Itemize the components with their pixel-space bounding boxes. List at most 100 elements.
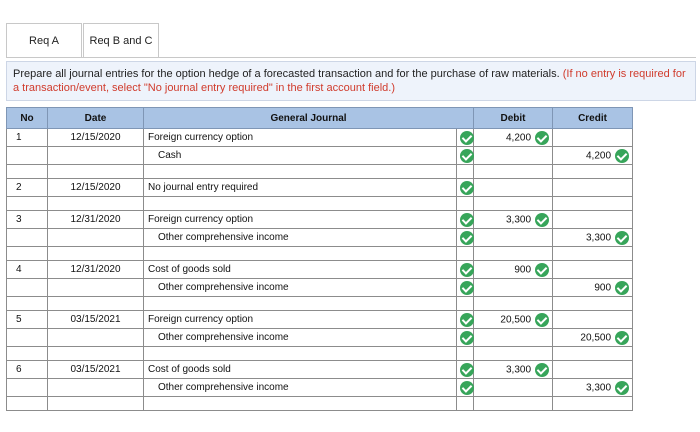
debit-amount-field[interactable]: 900 xyxy=(473,260,554,279)
credit-amount-field[interactable] xyxy=(552,310,634,329)
account-field-empty[interactable] xyxy=(143,196,457,211)
credit-amount-field[interactable]: 3,300 xyxy=(552,378,634,397)
debit-amount: 20,500 xyxy=(500,314,532,325)
check-circle-icon xyxy=(460,380,474,395)
blank-cell xyxy=(6,396,48,411)
entry-date: 12/15/2020 xyxy=(47,128,144,147)
entry-number-empty xyxy=(6,278,48,297)
blank-cell[interactable] xyxy=(552,196,634,211)
debit-account-field[interactable]: No journal entry required xyxy=(143,178,457,197)
debit-amount-field[interactable]: 4,200 xyxy=(473,128,554,147)
debit-amount-field[interactable] xyxy=(473,178,554,197)
tab-req-b-and-c[interactable]: Req B and C xyxy=(83,23,159,58)
table-row-blank xyxy=(6,396,634,411)
table-row: 6 03/15/2021 Cost of goods sold 3,300 xyxy=(6,360,634,379)
account-field-empty[interactable] xyxy=(143,164,457,179)
table-row: Other comprehensive income 900 xyxy=(6,278,634,297)
credit-account-field[interactable]: Other comprehensive income xyxy=(143,278,457,297)
debit-account-field[interactable]: Foreign currency option xyxy=(143,210,457,229)
entry-date-empty xyxy=(47,378,144,397)
entry-date: 03/15/2021 xyxy=(47,310,144,329)
check-circle-icon xyxy=(615,230,630,245)
debit-amount-field[interactable] xyxy=(473,328,554,347)
check-circle-icon xyxy=(615,280,630,295)
table-row-blank xyxy=(6,346,634,361)
blank-cell[interactable] xyxy=(473,246,554,261)
blank-cell[interactable] xyxy=(473,296,554,311)
debit-amount-field[interactable] xyxy=(473,278,554,297)
debit-account-field[interactable]: Foreign currency option xyxy=(143,310,457,329)
debit-amount-field[interactable]: 20,500 xyxy=(473,310,554,329)
blank-cell xyxy=(6,196,48,211)
entry-number-empty xyxy=(6,146,48,165)
check-circle-icon xyxy=(535,130,550,145)
blank-cell[interactable] xyxy=(473,164,554,179)
account-field-empty[interactable] xyxy=(143,296,457,311)
account-field-empty[interactable] xyxy=(143,346,457,361)
blank-cell xyxy=(455,346,475,361)
entry-date: 12/31/2020 xyxy=(47,260,144,279)
account-field-empty[interactable] xyxy=(143,396,457,411)
credit-amount: 4,200 xyxy=(585,150,612,161)
credit-amount-field[interactable] xyxy=(552,360,634,379)
debit-amount-field[interactable] xyxy=(473,378,554,397)
credit-amount-field[interactable] xyxy=(552,128,634,147)
credit-account-field[interactable]: Other comprehensive income xyxy=(143,228,457,247)
check-circle-icon xyxy=(615,148,630,163)
blank-cell[interactable] xyxy=(473,396,554,411)
blank-cell[interactable] xyxy=(552,396,634,411)
entry-number-empty xyxy=(6,328,48,347)
blank-cell[interactable] xyxy=(552,246,634,261)
blank-cell[interactable] xyxy=(473,196,554,211)
tab-req-a[interactable]: Req A xyxy=(6,23,82,58)
credit-account-field[interactable]: Cash xyxy=(143,146,457,165)
debit-amount-field[interactable]: 3,300 xyxy=(473,210,554,229)
credit-amount-field[interactable]: 3,300 xyxy=(552,228,634,247)
check-circle-icon xyxy=(460,280,474,295)
debit-account-field[interactable]: Foreign currency option xyxy=(143,128,457,147)
debit-amount-field[interactable] xyxy=(473,146,554,165)
table-header-row: No Date General Journal Debit Credit xyxy=(6,107,634,129)
check-circle-icon xyxy=(460,130,474,145)
blank-cell[interactable] xyxy=(552,346,634,361)
check-circle-icon xyxy=(535,212,550,227)
entry-date: 03/15/2021 xyxy=(47,360,144,379)
blank-cell[interactable] xyxy=(552,164,634,179)
blank-cell xyxy=(455,164,475,179)
check-circle-icon xyxy=(460,330,474,345)
blank-cell[interactable] xyxy=(552,296,634,311)
blank-cell xyxy=(6,164,48,179)
account-status xyxy=(455,128,475,147)
debit-amount-field[interactable]: 3,300 xyxy=(473,360,554,379)
debit-amount-field[interactable] xyxy=(473,228,554,247)
credit-amount-field[interactable] xyxy=(552,210,634,229)
debit-account-field[interactable]: Cost of goods sold xyxy=(143,360,457,379)
credit-account-field[interactable]: Other comprehensive income xyxy=(143,378,457,397)
blank-cell xyxy=(6,346,48,361)
debit-account-field[interactable]: Cost of goods sold xyxy=(143,260,457,279)
blank-cell xyxy=(455,196,475,211)
header-no: No xyxy=(6,107,48,129)
credit-amount: 3,300 xyxy=(585,382,612,393)
blank-cell[interactable] xyxy=(473,346,554,361)
blank-cell xyxy=(47,396,144,411)
credit-amount-field[interactable]: 4,200 xyxy=(552,146,634,165)
credit-amount-field[interactable] xyxy=(552,260,634,279)
account-status xyxy=(455,146,475,165)
table-row: 4 12/31/2020 Cost of goods sold 900 xyxy=(6,260,634,279)
account-field-empty[interactable] xyxy=(143,246,457,261)
instructions-box: Prepare all journal entries for the opti… xyxy=(6,61,696,101)
credit-amount: 900 xyxy=(594,282,612,293)
table-row-blank xyxy=(6,296,634,311)
credit-amount-field[interactable]: 900 xyxy=(552,278,634,297)
entry-date-empty xyxy=(47,146,144,165)
credit-amount-field[interactable] xyxy=(552,178,634,197)
credit-account-field[interactable]: Other comprehensive income xyxy=(143,328,457,347)
blank-cell xyxy=(47,164,144,179)
entry-date-empty xyxy=(47,328,144,347)
table-row: 5 03/15/2021 Foreign currency option 20,500 xyxy=(6,310,634,329)
account-status xyxy=(455,260,475,279)
account-status xyxy=(455,378,475,397)
entry-number: 4 xyxy=(6,260,48,279)
credit-amount-field[interactable]: 20,500 xyxy=(552,328,634,347)
